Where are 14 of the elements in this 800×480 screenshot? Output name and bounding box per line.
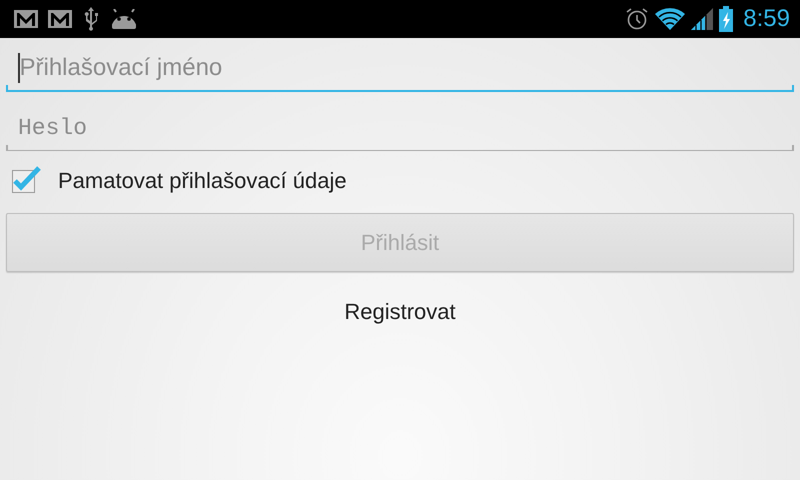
alarm-icon bbox=[625, 7, 650, 31]
usb-icon bbox=[82, 7, 100, 31]
checkbox-label[interactable]: Pamatovat přihlašovací údaje bbox=[58, 168, 347, 194]
password-field[interactable]: Heslo bbox=[18, 115, 788, 141]
text-cursor bbox=[18, 53, 20, 83]
battery-charging-icon bbox=[719, 6, 734, 32]
mail-icon bbox=[48, 10, 72, 28]
username-field[interactable]: Přihlašovací jméno bbox=[20, 54, 788, 82]
wifi-icon bbox=[655, 8, 686, 30]
android-icon bbox=[110, 9, 138, 29]
clock-time: 8:59 bbox=[743, 5, 790, 33]
mail-icon bbox=[14, 10, 38, 28]
register-button[interactable]: Registrovat bbox=[328, 284, 472, 340]
signal-icon bbox=[691, 8, 714, 30]
